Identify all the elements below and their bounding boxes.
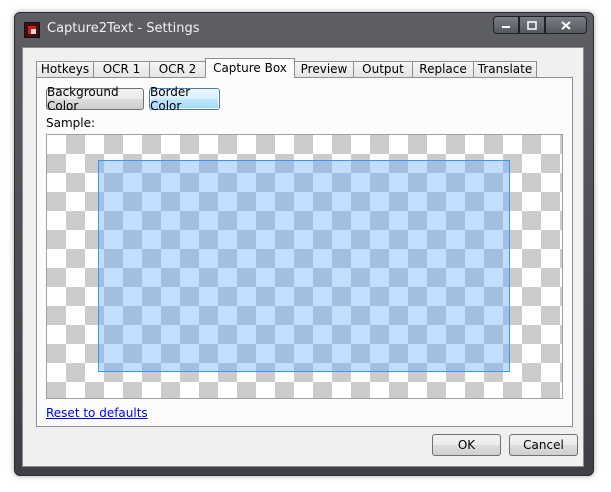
tab-translate[interactable]: Translate xyxy=(473,61,537,78)
tab-capture-box[interactable]: Capture Box xyxy=(205,58,295,78)
settings-window: Capture2Text - Settings Hotkeys OCR 1 OC… xyxy=(14,12,594,476)
close-button[interactable] xyxy=(545,16,587,34)
background-color-button[interactable]: Background Color xyxy=(46,85,144,113)
border-color-button[interactable]: Border Color xyxy=(149,85,220,113)
dialog-client-area: Hotkeys OCR 1 OCR 2 Capture Box Preview … xyxy=(22,47,584,467)
maximize-button[interactable] xyxy=(519,16,545,34)
tab-strip: Hotkeys OCR 1 OCR 2 Capture Box Preview … xyxy=(36,58,537,78)
sample-preview xyxy=(46,134,563,399)
tab-hotkeys[interactable]: Hotkeys xyxy=(36,61,94,78)
tab-ocr-1[interactable]: OCR 1 xyxy=(93,61,150,78)
title-bar[interactable]: Capture2Text - Settings xyxy=(15,13,593,47)
capture-box-panel: Background Color Border Color Sample: Re… xyxy=(36,77,573,427)
tab-output[interactable]: Output xyxy=(353,61,413,78)
reset-to-defaults-link[interactable]: Reset to defaults xyxy=(46,406,148,420)
ok-button[interactable]: OK xyxy=(432,434,501,456)
window-title: Capture2Text - Settings xyxy=(47,21,200,36)
sample-label: Sample: xyxy=(46,116,96,130)
close-icon xyxy=(561,20,571,30)
tab-replace[interactable]: Replace xyxy=(412,61,474,78)
minimize-icon xyxy=(502,26,510,28)
cancel-button[interactable]: Cancel xyxy=(509,434,578,456)
capture-box-sample xyxy=(98,160,510,372)
tab-ocr-2[interactable]: OCR 2 xyxy=(149,61,206,78)
caption-buttons xyxy=(493,16,587,34)
app-icon xyxy=(24,22,40,38)
maximize-icon xyxy=(527,20,537,30)
minimize-button[interactable] xyxy=(493,16,519,34)
tab-preview[interactable]: Preview xyxy=(294,61,354,78)
